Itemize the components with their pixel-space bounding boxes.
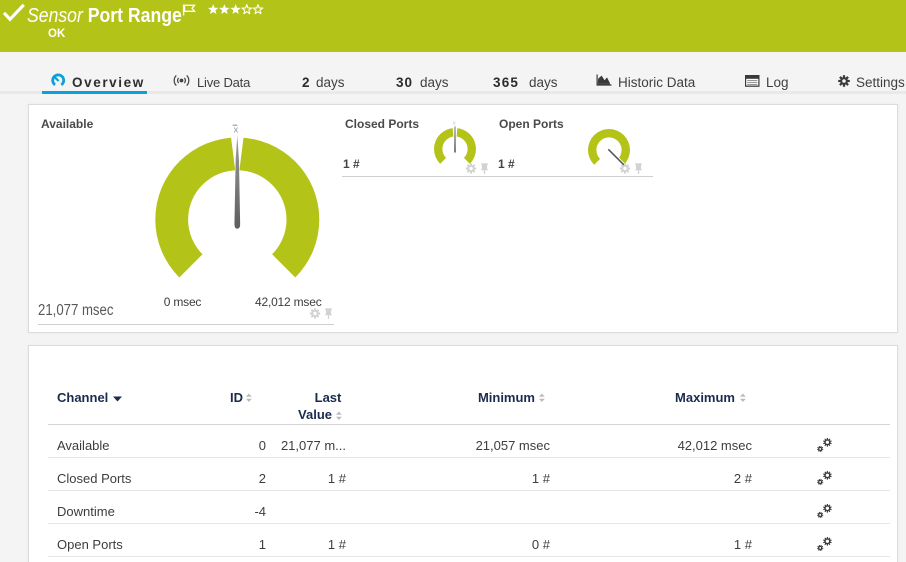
- svg-text:x: x: [453, 120, 457, 127]
- svg-text:x: x: [234, 124, 239, 135]
